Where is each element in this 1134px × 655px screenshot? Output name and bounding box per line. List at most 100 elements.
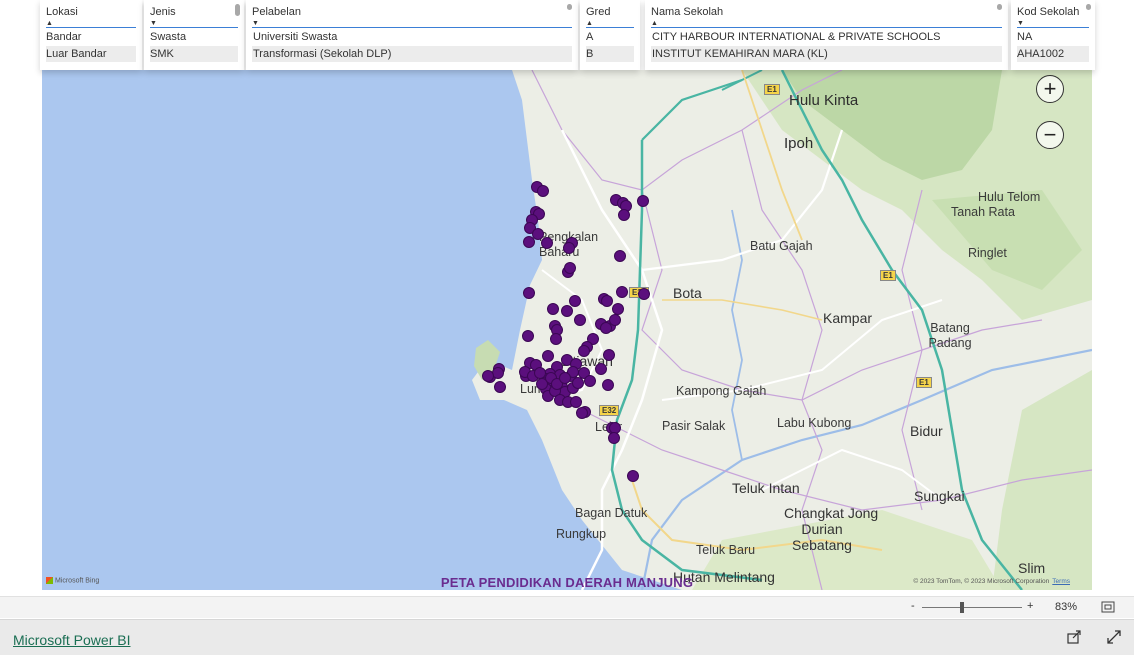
e1-shield-c: E1: [916, 377, 932, 388]
zoom-slider-track[interactable]: [922, 607, 1022, 608]
school-marker[interactable]: [614, 250, 626, 262]
slicer-option[interactable]: B: [586, 46, 634, 62]
slicer-scrollbar[interactable]: [997, 4, 1002, 10]
school-marker[interactable]: [616, 286, 628, 298]
minus-icon: −: [1043, 122, 1057, 147]
place-hulu-telom: Hulu Telom: [978, 190, 1041, 204]
slicer-kod-sekolah-title: Kod Sekolah: [1017, 6, 1080, 18]
share-icon[interactable]: [1066, 629, 1082, 645]
school-marker[interactable]: [576, 407, 588, 419]
sort-arrow-icon[interactable]: ▲: [651, 20, 1002, 27]
school-marker[interactable]: [627, 470, 639, 482]
school-marker[interactable]: [602, 379, 614, 391]
school-marker[interactable]: [578, 345, 590, 357]
place-batu-gajah: Batu Gajah: [750, 239, 813, 253]
sort-arrow-icon[interactable]: ▲: [46, 20, 136, 27]
school-marker[interactable]: [600, 322, 612, 334]
map-visual[interactable]: E1 E1 E1 E32 E32 Hulu Kinta Ipoh Hulu Te…: [42, 70, 1092, 590]
fullscreen-icon[interactable]: [1106, 629, 1122, 645]
slicer-option[interactable]: NA: [1017, 29, 1089, 45]
slicer-option[interactable]: Luar Bandar: [46, 46, 136, 62]
school-marker[interactable]: [542, 350, 554, 362]
zoom-in-button[interactable]: +: [1027, 600, 1033, 612]
place-hulu-kinta: Hulu Kinta: [789, 92, 859, 109]
school-marker[interactable]: [595, 363, 607, 375]
school-marker[interactable]: [569, 295, 581, 307]
school-marker[interactable]: [603, 349, 615, 361]
power-bi-link[interactable]: Microsoft Power BI: [13, 632, 130, 648]
slicer-option[interactable]: Bandar: [46, 29, 136, 45]
school-marker[interactable]: [550, 333, 562, 345]
map-title: PETA PENDIDIKAN DAERAH MANJUNG: [440, 575, 694, 590]
slicer-underline: [252, 27, 572, 28]
slicer-underline: [586, 27, 634, 28]
school-marker[interactable]: [523, 287, 535, 299]
slicer-option[interactable]: Transformasi (Sekolah DLP): [252, 46, 572, 62]
slicer-jenis-title: Jenis: [150, 6, 176, 18]
school-marker[interactable]: [601, 295, 613, 307]
slicer-scrollbar[interactable]: [235, 4, 240, 16]
fit-to-page-icon[interactable]: [1101, 601, 1115, 613]
place-pasir-salak: Pasir Salak: [662, 419, 726, 433]
slicer-underline: [46, 27, 136, 28]
sort-arrow-icon[interactable]: ▼: [1017, 20, 1089, 27]
slicer-scrollbar[interactable]: [567, 4, 572, 10]
school-marker[interactable]: [522, 330, 534, 342]
sort-arrow-icon[interactable]: ▲: [586, 20, 634, 27]
slicer-nama-sekolah[interactable]: Nama Sekolah ▲ CITY HARBOUR INTERNATIONA…: [645, 0, 1008, 70]
school-marker[interactable]: [482, 370, 494, 382]
school-marker[interactable]: [563, 242, 575, 254]
slicer-scrollbar[interactable]: [1086, 4, 1091, 10]
e1-shield-b: E1: [880, 270, 896, 281]
map-zoom-out-button[interactable]: −: [1036, 121, 1064, 149]
school-marker[interactable]: [494, 381, 506, 393]
school-marker[interactable]: [547, 303, 559, 315]
slicer-lokasi[interactable]: Lokasi ▲ Bandar Luar Bandar: [40, 0, 142, 70]
place-kampong-gajah: Kampong Gajah: [676, 384, 767, 398]
slicer-option[interactable]: A: [586, 29, 634, 45]
school-marker[interactable]: [537, 185, 549, 197]
place-ringlet: Ringlet: [968, 246, 1007, 260]
school-marker[interactable]: [523, 236, 535, 248]
school-marker[interactable]: [564, 262, 576, 274]
slicer-gred[interactable]: Gred ▲ A B: [580, 0, 640, 70]
place-changkat-jong: Changkat Jong: [784, 505, 879, 521]
e1-shield-a: E1: [764, 84, 780, 95]
school-marker[interactable]: [637, 195, 649, 207]
place-sungkai: Sungkai: [914, 488, 965, 504]
slicer-kod-sekolah[interactable]: Kod Sekolah ▼ NA AHA1002: [1011, 0, 1095, 70]
slicer-underline: [1017, 27, 1089, 28]
school-marker[interactable]: [618, 209, 630, 221]
plus-icon: +: [1043, 76, 1057, 101]
slicer-option[interactable]: INSTITUT KEMAHIRAN MARA (KL): [651, 46, 1002, 62]
slicer-pelabelan[interactable]: Pelabelan ▼ Universiti Swasta Transforma…: [246, 0, 578, 70]
place-rungkup: Rungkup: [556, 527, 607, 541]
slicer-option[interactable]: SMK: [150, 46, 238, 62]
school-marker[interactable]: [608, 432, 620, 444]
school-marker[interactable]: [561, 305, 573, 317]
slicer-underline: [651, 27, 1002, 28]
zoom-out-button[interactable]: -: [911, 600, 915, 612]
slicer-jenis[interactable]: Jenis ▼ Swasta SMK: [144, 0, 244, 70]
map-zoom-in-button[interactable]: +: [1036, 75, 1064, 103]
school-marker[interactable]: [559, 372, 571, 384]
sort-arrow-icon[interactable]: ▼: [252, 20, 572, 27]
school-marker[interactable]: [572, 377, 584, 389]
place-teluk-baru: Teluk Baru: [696, 543, 756, 557]
slicer-option[interactable]: Swasta: [150, 29, 238, 45]
school-marker[interactable]: [638, 288, 650, 300]
slicer-lokasi-title: Lokasi: [46, 6, 78, 18]
slicer-gred-title: Gred: [586, 6, 611, 18]
sort-arrow-icon[interactable]: ▼: [150, 20, 238, 27]
place-bota: Bota: [673, 285, 702, 301]
school-marker[interactable]: [541, 237, 553, 249]
place-slim: Slim: [1018, 560, 1046, 576]
slicer-option[interactable]: CITY HARBOUR INTERNATIONAL & PRIVATE SCH…: [651, 29, 1002, 45]
zoom-slider-thumb[interactable]: [960, 602, 964, 613]
slicer-option[interactable]: Universiti Swasta: [252, 29, 572, 45]
place-bagan-datuk: Bagan Datuk: [575, 506, 648, 520]
school-marker[interactable]: [574, 314, 586, 326]
school-marker[interactable]: [584, 375, 596, 387]
slicer-option[interactable]: AHA1002: [1017, 46, 1089, 62]
place-kampar: Kampar: [823, 310, 873, 326]
